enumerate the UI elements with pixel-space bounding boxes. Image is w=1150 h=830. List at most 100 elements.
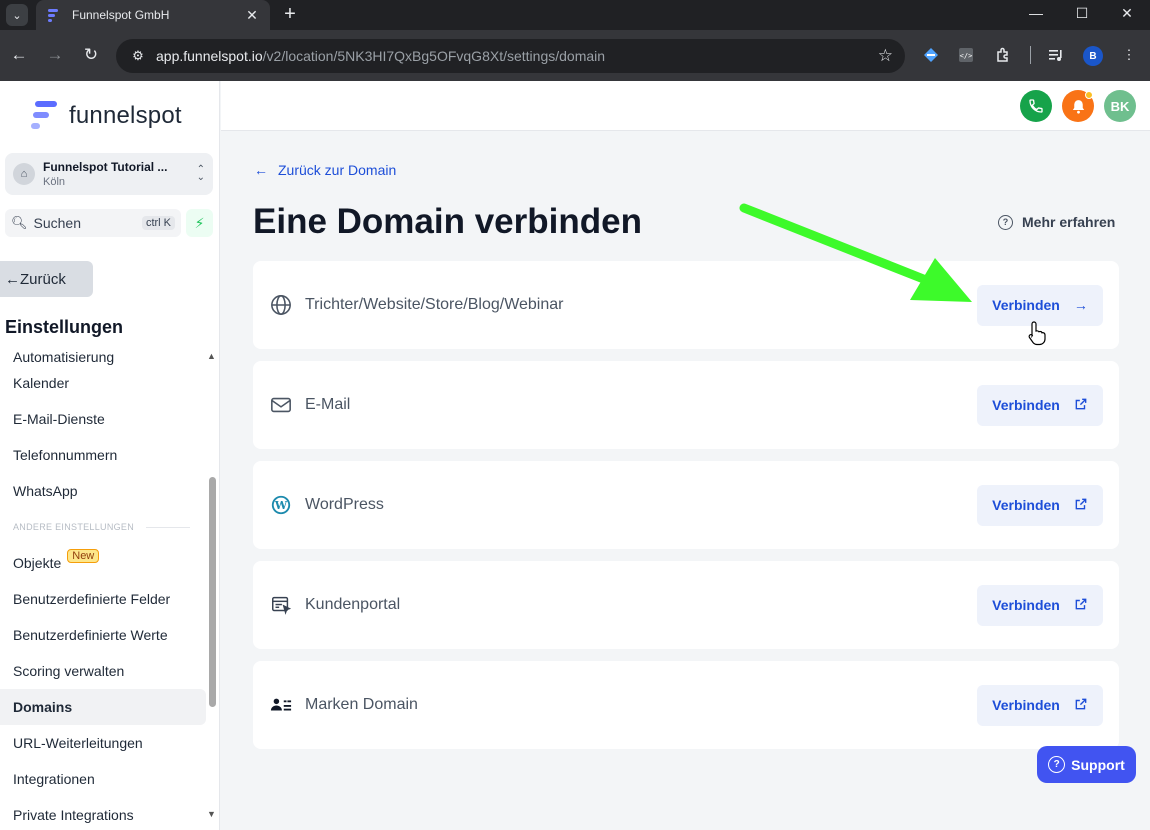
location-name: Funnelspot Tutorial ... <box>43 160 168 174</box>
back-to-domain-link[interactable]: ← Zurück zur Domain <box>254 162 396 178</box>
card-label: WordPress <box>305 496 384 513</box>
sidebar-scrollbar[interactable]: ▲ ▼ <box>207 351 217 821</box>
close-tab-icon[interactable]: ✕ <box>244 7 260 24</box>
location-icon: ⌂ <box>13 163 35 185</box>
connect-button-wordpress[interactable]: Verbinden <box>977 484 1103 526</box>
svg-text:W: W <box>274 499 288 512</box>
maximize-button[interactable]: ☐ <box>1072 5 1092 22</box>
funnelspot-logo[interactable]: funnelspot <box>31 101 182 131</box>
help-circle-icon: ? <box>1048 756 1066 773</box>
support-button[interactable]: ? Support <box>1037 746 1136 783</box>
domain-card-funnel: Trichter/Website/Store/Blog/Webinar Verb… <box>253 261 1119 349</box>
new-badge: New <box>67 549 100 563</box>
search-icon: 🔍︎ <box>11 215 28 230</box>
domain-card-brand: Marken Domain Verbinden <box>253 661 1119 749</box>
minimize-button[interactable]: — <box>1026 5 1046 21</box>
card-label: Trichter/Website/Store/Blog/Webinar <box>305 296 564 313</box>
menu-section-header: ANDERE EINSTELLUNGEN <box>0 509 206 545</box>
extension-blue-icon[interactable] <box>921 45 941 65</box>
connect-label: Verbinden <box>992 297 1060 313</box>
funnelspot-logo-icon <box>31 101 57 131</box>
connect-button-client-portal[interactable]: Verbinden <box>977 584 1103 626</box>
url-path: /v2/location/5NK3HI7QxBg5OFvqG8Xt/settin… <box>262 48 606 64</box>
arrow-left-icon: ← <box>254 162 268 178</box>
connect-label: Verbinden <box>992 497 1060 513</box>
scrollbar-thumb[interactable] <box>209 477 216 707</box>
tab-title: Funnelspot GmbH <box>72 8 170 22</box>
domain-card-wordpress: W WordPress Verbinden <box>253 461 1119 549</box>
sidebar-item-phone-numbers[interactable]: Telefonnummern <box>0 437 206 473</box>
settings-title: Einstellungen <box>5 317 124 337</box>
scroll-down-icon[interactable]: ▼ <box>207 809 216 819</box>
sidebar-item-custom-fields[interactable]: Benutzerdefinierte Felder <box>0 581 206 617</box>
forward-arrow-icon[interactable]: → <box>43 43 67 67</box>
sidebar-item-automation[interactable]: Automatisierung <box>0 341 206 365</box>
sidebar-item-domains[interactable]: Domains <box>0 689 206 725</box>
sidebar-item-scoring[interactable]: Scoring verwalten <box>0 653 206 689</box>
user-avatar[interactable]: BK <box>1104 90 1136 122</box>
close-window-button[interactable]: ✕ <box>1117 5 1137 22</box>
browser-menu-icon[interactable]: ⋮ <box>1119 45 1139 65</box>
external-link-icon <box>1074 697 1088 714</box>
hand-cursor-icon <box>1028 321 1046 346</box>
tab-search-button[interactable]: ⌄ <box>6 4 28 26</box>
bookmark-star-icon[interactable]: ☆ <box>878 46 893 66</box>
external-link-icon <box>1074 597 1088 614</box>
back-button[interactable]: ← Zurück <box>0 261 93 297</box>
connect-label: Verbinden <box>992 397 1060 413</box>
address-bar[interactable]: ⚙ app.funnelspot.io/v2/location/5NK3HI7Q… <box>116 39 905 73</box>
card-label: E-Mail <box>305 396 351 413</box>
reload-icon[interactable]: ↻ <box>79 43 103 67</box>
location-switcher[interactable]: ⌂ Funnelspot Tutorial ... Köln ⌃ ⌄ <box>5 153 213 195</box>
connect-button-brand[interactable]: Verbinden <box>977 684 1103 726</box>
domain-card-client-portal: Kundenportal Verbinden <box>253 561 1119 649</box>
sidebar-item-private-integrations[interactable]: Private Integrations <box>0 797 206 830</box>
browser-profile-avatar[interactable]: B <box>1083 46 1103 66</box>
search-shortcut: ctrl K <box>141 216 175 230</box>
external-link-icon <box>1074 497 1088 514</box>
search-button[interactable]: 🔍︎ Suchen ctrl K <box>5 209 181 237</box>
bell-icon <box>1072 99 1084 114</box>
toolbar-separator <box>1030 46 1031 64</box>
learn-more-label: Mehr erfahren <box>1022 214 1116 230</box>
connect-label: Verbinden <box>992 597 1060 613</box>
wordpress-icon: W <box>269 493 293 517</box>
new-tab-button[interactable]: + <box>280 3 300 25</box>
sidebar-item-url-redirects[interactable]: URL-Weiterleitungen <box>0 725 206 761</box>
settings-menu: Automatisierung Kalender E-Mail-Dienste … <box>0 341 206 830</box>
extension-code-icon[interactable]: </> <box>956 45 976 65</box>
browser-tab[interactable]: Funnelspot GmbH ✕ <box>36 0 270 30</box>
mail-icon <box>269 393 293 417</box>
connect-label: Verbinden <box>992 697 1060 713</box>
sidebar-item-integrations[interactable]: Integrationen <box>0 761 206 797</box>
media-control-icon[interactable] <box>1046 45 1066 65</box>
extensions-puzzle-icon[interactable] <box>993 45 1013 65</box>
back-link-label: Zurück zur Domain <box>278 162 397 178</box>
domain-card-email: E-Mail Verbinden <box>253 361 1119 449</box>
support-label: Support <box>1071 756 1125 773</box>
arrow-right-icon: → <box>1073 297 1088 313</box>
browser-toolbar: ← → ↻ ⚙ app.funnelspot.io/v2/location/5N… <box>0 30 1150 81</box>
notifications-button[interactable] <box>1062 90 1094 122</box>
phone-button[interactable] <box>1020 90 1052 122</box>
help-circle-icon: ? <box>998 214 1013 230</box>
phone-icon <box>1029 99 1043 113</box>
sidebar-item-custom-values[interactable]: Benutzerdefinierte Werte <box>0 617 206 653</box>
menu-section-divider <box>146 526 190 528</box>
sidebar-item-label: Objekte <box>13 555 62 571</box>
site-info-icon[interactable]: ⚙ <box>128 46 148 66</box>
location-city: Köln <box>43 176 66 188</box>
connect-button-email[interactable]: Verbinden <box>977 384 1103 426</box>
sidebar-item-calendar[interactable]: Kalender <box>0 365 206 401</box>
back-arrow-icon[interactable]: ← <box>7 43 31 67</box>
sidebar-item-objects[interactable]: Objekte New <box>0 545 206 581</box>
lightning-icon[interactable]: ⚡︎ <box>186 209 213 237</box>
notification-dot <box>1085 91 1093 99</box>
sidebar: funnelspot ⌂ Funnelspot Tutorial ... Köl… <box>0 81 220 830</box>
scroll-up-icon[interactable]: ▲ <box>207 351 216 361</box>
learn-more-link[interactable]: ? Mehr erfahren <box>998 214 1115 230</box>
sidebar-item-whatsapp[interactable]: WhatsApp <box>0 473 206 509</box>
card-label: Kundenportal <box>305 596 401 613</box>
sidebar-item-email-services[interactable]: E-Mail-Dienste <box>0 401 206 437</box>
url-host: app.funnelspot.io <box>156 48 263 64</box>
